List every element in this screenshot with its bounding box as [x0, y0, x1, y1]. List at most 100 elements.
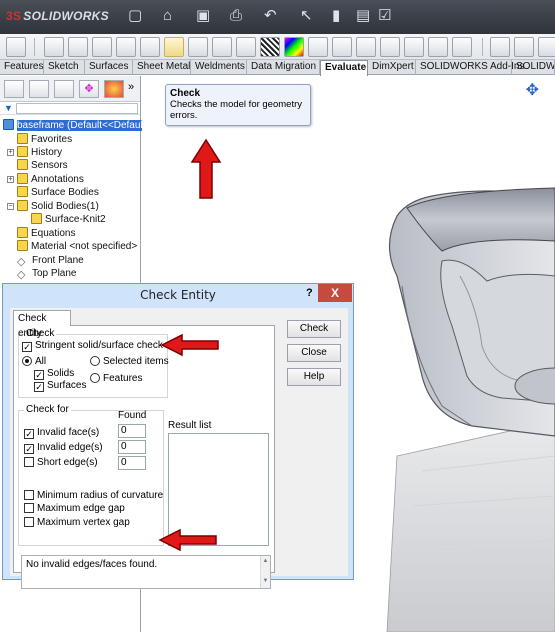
- compare-documents-icon[interactable]: [428, 37, 448, 57]
- stringent-check-checkbox[interactable]: ✓ Stringent solid/surface check: [22, 340, 163, 352]
- tooltip-body: Checks the model for geometry errors.: [170, 99, 303, 121]
- draft-analysis-icon[interactable]: [308, 37, 328, 57]
- annotations-icon: [17, 173, 28, 184]
- chevron-right-icon[interactable]: »: [128, 81, 134, 93]
- sensor-icon[interactable]: [116, 37, 136, 57]
- thickness-analysis-icon[interactable]: [380, 37, 400, 57]
- tree-item-sensors[interactable]: Sensors: [17, 159, 68, 172]
- surfaces-checkbox[interactable]: ✓ Surfaces: [34, 380, 86, 392]
- new-document-icon[interactable]: ▢: [128, 6, 142, 26]
- check-button[interactable]: Check: [287, 320, 341, 338]
- more-tools-icon[interactable]: [538, 37, 555, 57]
- mass-properties-icon[interactable]: [68, 37, 88, 57]
- measure-icon[interactable]: [44, 37, 64, 57]
- sustainability-icon[interactable]: [514, 37, 534, 57]
- close-icon[interactable]: X: [318, 284, 352, 302]
- close-button[interactable]: Close: [287, 344, 341, 362]
- import-diagnostics-icon[interactable]: [212, 37, 232, 57]
- checkbox-unchecked-icon: [24, 517, 34, 527]
- favorites-icon: [17, 133, 28, 144]
- status-scrollbar[interactable]: ▲ ▼: [260, 556, 270, 588]
- tree-item-history[interactable]: + History: [7, 146, 62, 159]
- panel-tabs: ✥ »: [0, 76, 140, 102]
- tree-filter-input[interactable]: [16, 103, 138, 114]
- symmetry-check-icon[interactable]: [404, 37, 424, 57]
- tab-sheet-metal[interactable]: Sheet Metal: [133, 60, 191, 75]
- invalid-faces-checkbox[interactable]: ✓ Invalid face(s): [24, 427, 99, 439]
- tab-data-migration[interactable]: Data Migration: [247, 60, 320, 75]
- max-vertex-gap-checkbox[interactable]: Maximum vertex gap: [24, 517, 130, 529]
- display-manager-tab-icon[interactable]: [104, 80, 124, 98]
- short-edges-checkbox[interactable]: Short edge(s): [24, 457, 98, 469]
- tree-item-solid-bodies[interactable]: − Solid Bodies(1): [7, 200, 99, 213]
- options-icon[interactable]: ☑: [378, 6, 391, 26]
- undo-icon[interactable]: ↶: [264, 6, 277, 26]
- surface-bodies-icon: [17, 186, 28, 197]
- property-manager-tab-icon[interactable]: [29, 80, 49, 98]
- tree-item-annotations[interactable]: + Annotations: [7, 173, 84, 186]
- checkbox-checked-icon: ✓: [22, 342, 32, 352]
- curvature-icon[interactable]: [284, 37, 304, 57]
- tab-features[interactable]: Features: [0, 60, 44, 75]
- design-checker-icon[interactable]: [6, 37, 26, 57]
- tree-item-front-plane[interactable]: ◇ Front Plane: [17, 254, 84, 268]
- tree-item-surface-knit[interactable]: Surface-Knit2: [31, 213, 106, 226]
- min-radius-checkbox[interactable]: Minimum radius of curvature: [24, 490, 163, 502]
- max-edge-gap-checkbox[interactable]: Maximum edge gap: [24, 503, 125, 515]
- geometry-analysis-icon[interactable]: [188, 37, 208, 57]
- check-entity-tab-panel: Check ✓Stringent solid/surface check All…: [13, 325, 275, 589]
- tree-item-top-plane[interactable]: ◇ Top Plane: [17, 267, 76, 281]
- checkbox-unchecked-icon: [24, 490, 34, 500]
- selected-items-radio[interactable]: Selected items: [90, 356, 169, 368]
- collapse-icon[interactable]: −: [7, 203, 14, 210]
- open-folder-icon[interactable]: ⌂: [163, 6, 172, 26]
- tree-item-equations[interactable]: Equations: [17, 227, 75, 240]
- checkbox-checked-icon: ✓: [34, 382, 44, 392]
- features-radio[interactable]: Features: [90, 373, 142, 385]
- expand-icon[interactable]: +: [7, 149, 14, 156]
- tab-solidworks-overflow[interactable]: SOLIDWOR: [512, 60, 555, 75]
- tab-dimxpert[interactable]: DimXpert: [368, 60, 416, 75]
- tree-item-surface-bodies[interactable]: Surface Bodies: [17, 186, 99, 199]
- print-icon[interactable]: ⎙: [230, 6, 242, 26]
- sensors-icon: [17, 159, 28, 170]
- filter-icon: ▼: [4, 103, 13, 113]
- tree-item-favorites[interactable]: Favorites: [17, 133, 72, 146]
- tab-surfaces[interactable]: Surfaces: [85, 60, 133, 75]
- help-icon[interactable]: ?: [306, 287, 313, 299]
- section-properties-icon[interactable]: [92, 37, 112, 57]
- tab-weldments[interactable]: Weldments: [191, 60, 247, 75]
- undercut-analysis-icon[interactable]: [332, 37, 352, 57]
- tab-check-entity[interactable]: Check entity: [13, 310, 71, 339]
- red-arrow-left-icon: [158, 528, 217, 552]
- material-icon: [17, 240, 28, 251]
- feature-tree-tab-icon[interactable]: [4, 80, 24, 98]
- statistics-icon[interactable]: [140, 37, 160, 57]
- select-pointer-icon[interactable]: ↖: [300, 6, 313, 26]
- all-radio[interactable]: All: [22, 356, 46, 368]
- radio-selected-icon: [22, 356, 32, 366]
- toolbar-separator: [34, 38, 35, 56]
- deviation-analysis-icon[interactable]: [236, 37, 256, 57]
- rebuild-icon[interactable]: ▮: [332, 6, 340, 26]
- tree-root[interactable]: baseframe (Default<<Default>: [3, 119, 155, 132]
- expand-icon[interactable]: +: [7, 176, 14, 183]
- tab-solidworks-add-ins[interactable]: SOLIDWORKS Add-Ins: [416, 60, 524, 75]
- tab-sketch[interactable]: Sketch: [44, 60, 85, 75]
- file-properties-icon[interactable]: ▤: [356, 6, 370, 26]
- check-icon[interactable]: [164, 37, 184, 57]
- help-button[interactable]: Help: [287, 368, 341, 386]
- invalid-edges-checkbox[interactable]: ✓ Invalid edge(s): [24, 442, 103, 454]
- dimxpert-tab-icon[interactable]: ✥: [79, 80, 99, 98]
- check-tooltip: Check Checks the model for geometry erro…: [165, 84, 311, 126]
- configuration-tab-icon[interactable]: [54, 80, 74, 98]
- tree-item-material[interactable]: Material <not specified>: [17, 240, 137, 253]
- solids-checkbox[interactable]: ✓ Solids: [34, 368, 74, 380]
- zebra-stripes-icon[interactable]: [260, 37, 280, 57]
- tab-evaluate[interactable]: Evaluate: [320, 60, 368, 76]
- toolbar-separator: [482, 38, 483, 56]
- parting-line-icon[interactable]: [356, 37, 376, 57]
- check-active-document-icon[interactable]: [452, 37, 472, 57]
- save-icon[interactable]: ▣: [196, 6, 210, 26]
- costing-icon[interactable]: [490, 37, 510, 57]
